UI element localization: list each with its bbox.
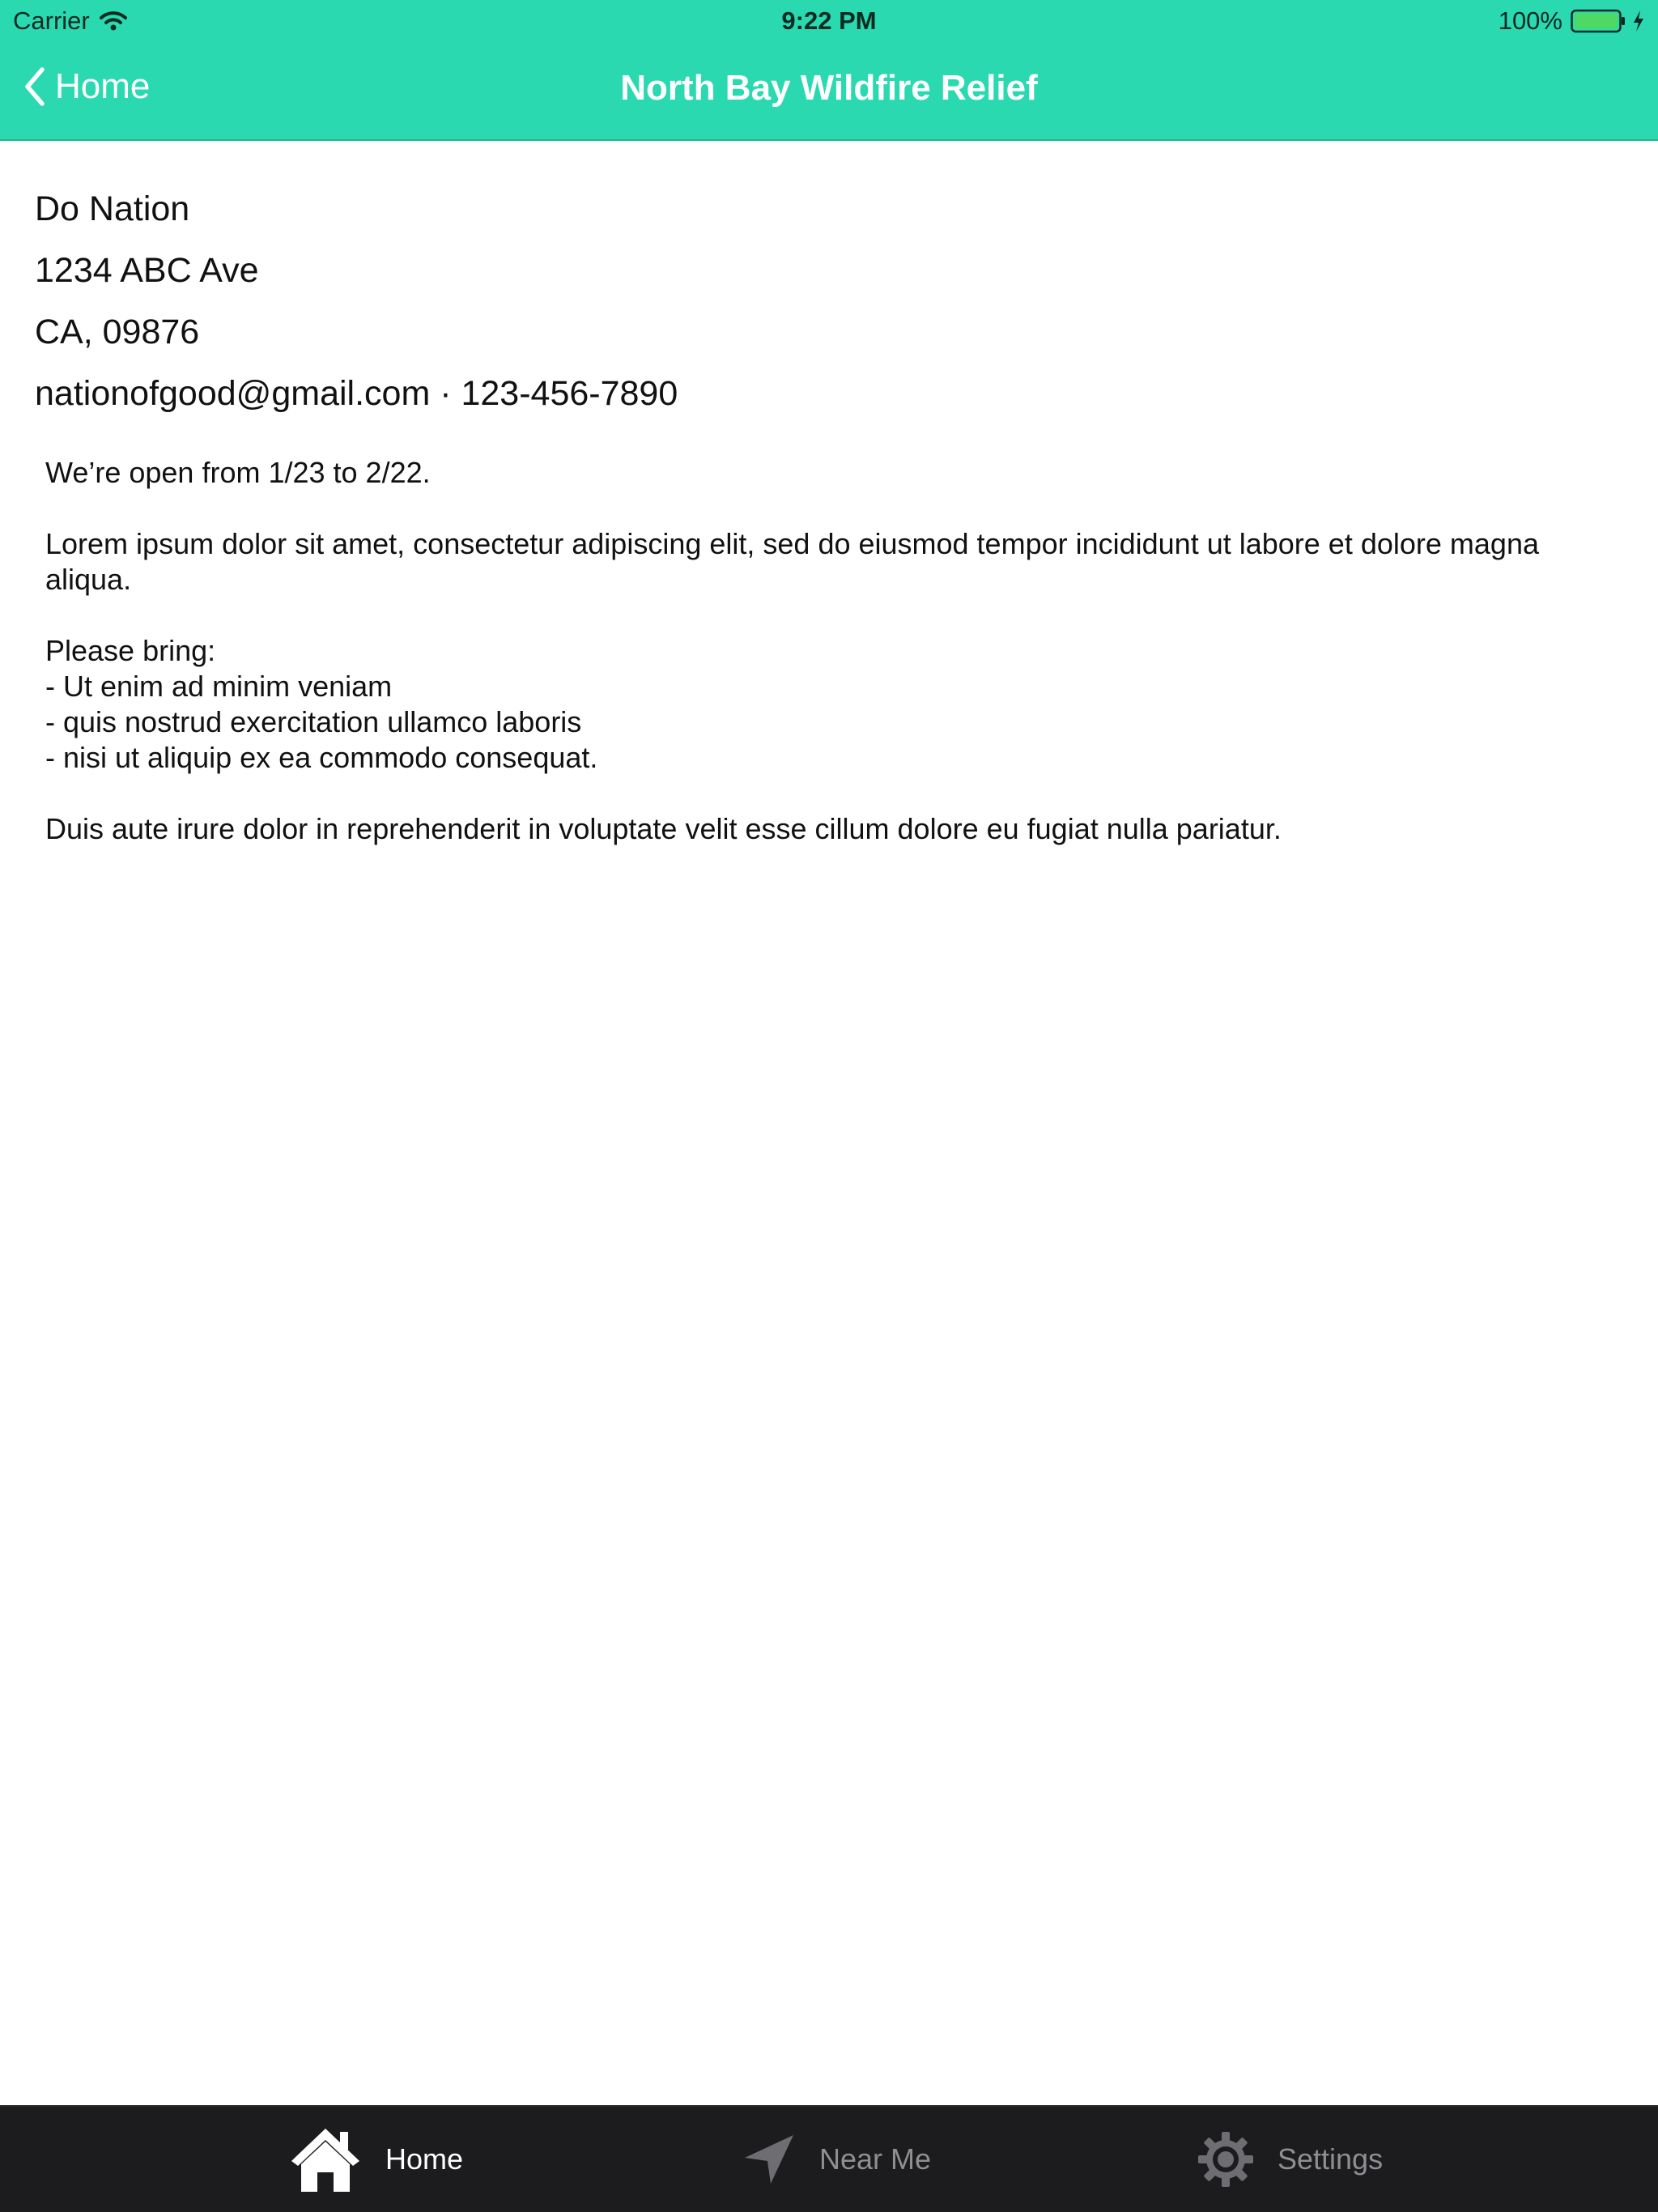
status-time: 9:22 PM xyxy=(781,6,877,35)
organization-name: Do Nation xyxy=(35,189,190,228)
tab-settings[interactable]: Settings xyxy=(1197,2107,1383,2212)
status-bar: Carrier 9:22 PM 100% xyxy=(0,0,1658,42)
lorem-paragraph: Lorem ipsum dolor sit amet, consectetur … xyxy=(45,527,1539,596)
contact-email-phone: nationofgood@gmail.com · 123-456-7890 xyxy=(35,374,678,413)
address-city: CA, 09876 xyxy=(35,313,200,351)
tab-near-me-label: Near Me xyxy=(819,2142,932,2176)
bring-heading: Please bring: xyxy=(45,634,216,667)
address-street: 1234 ABC Ave xyxy=(35,251,259,290)
battery-group: 100% xyxy=(1499,6,1645,36)
page-title: North Bay Wildfire Relief xyxy=(620,68,1038,108)
tab-bar: Home Near Me Settings xyxy=(0,2105,1658,2212)
closing-paragraph: Duis aute irure dolor in reprehenderit i… xyxy=(45,812,1282,845)
bring-item: - quis nostrud exercitation ullamco labo… xyxy=(45,705,582,738)
open-dates-text: We’re open from 1/23 to 2/22. xyxy=(45,456,431,489)
event-description: We’re open from 1/23 to 2/22. Lorem ipsu… xyxy=(45,455,1584,847)
tab-home-label: Home xyxy=(385,2142,464,2176)
app-screen: Carrier 9:22 PM 100% Home North Bay Wild… xyxy=(0,0,1658,2212)
tab-near-me[interactable]: Near Me xyxy=(742,2107,931,2212)
navigation-bar: Home North Bay Wildfire Relief xyxy=(0,42,1658,141)
tab-home[interactable]: Home xyxy=(288,2107,463,2212)
home-icon xyxy=(291,2129,359,2192)
bring-item: - Ut enim ad minim veniam xyxy=(45,670,393,703)
bring-item: - nisi ut aliquip ex ea commodo consequa… xyxy=(45,741,598,774)
charging-icon xyxy=(1634,11,1643,32)
battery-percent: 100% xyxy=(1498,6,1562,35)
location-arrow-icon xyxy=(745,2135,793,2184)
tab-settings-label: Settings xyxy=(1278,2142,1384,2176)
gear-icon xyxy=(1198,2132,1253,2187)
battery-icon xyxy=(1571,9,1625,33)
